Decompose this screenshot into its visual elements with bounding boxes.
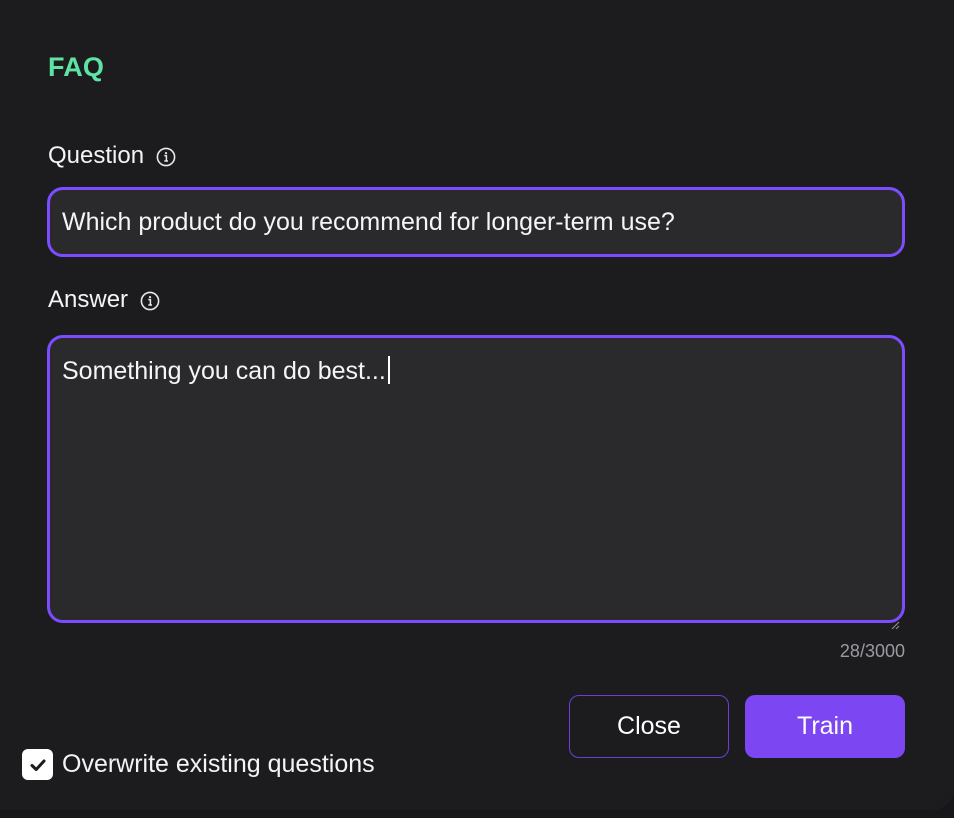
resize-handle-icon[interactable] bbox=[890, 608, 900, 630]
question-info-icon[interactable] bbox=[156, 146, 176, 167]
question-input-value: Which product do you recommend for longe… bbox=[62, 207, 675, 236]
check-icon bbox=[30, 759, 45, 771]
overwrite-checkbox[interactable] bbox=[22, 749, 53, 780]
question-input[interactable]: Which product do you recommend for longe… bbox=[47, 187, 905, 257]
answer-textarea-value: Something you can do best... bbox=[62, 357, 386, 385]
question-label-row: Question bbox=[48, 142, 176, 170]
train-button[interactable]: Train bbox=[745, 695, 905, 758]
answer-info-icon[interactable] bbox=[140, 290, 160, 311]
answer-textarea[interactable]: Something you can do best... bbox=[47, 335, 905, 630]
dialog-title: FAQ bbox=[48, 52, 105, 82]
character-counter: 28/3000 bbox=[839, 641, 905, 661]
answer-label: Answer bbox=[48, 286, 129, 313]
answer-label-row: Answer bbox=[48, 286, 160, 314]
close-button[interactable]: Close bbox=[569, 695, 729, 758]
overwrite-checkbox-row[interactable]: Overwrite existing questions bbox=[22, 749, 375, 780]
text-caret bbox=[387, 356, 390, 384]
overwrite-label: Overwrite existing questions bbox=[62, 750, 375, 778]
faq-dialog: FAQ Question Which product do you recomm… bbox=[0, 0, 954, 810]
question-label: Question bbox=[48, 142, 145, 169]
